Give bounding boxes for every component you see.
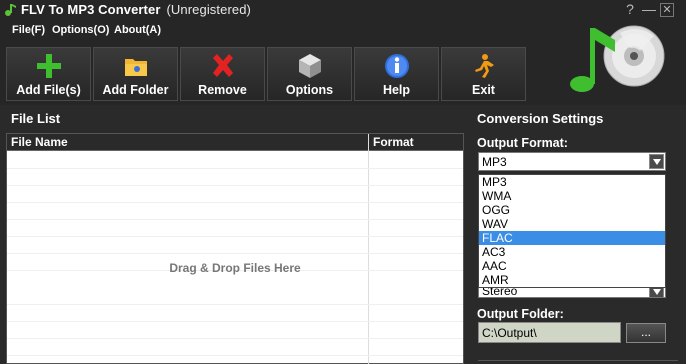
- folder-icon: [125, 59, 147, 76]
- output-folder-label: Output Folder:: [477, 307, 564, 321]
- output-folder-value: C:\Output\: [482, 326, 537, 340]
- format-option-aac[interactable]: AAC: [479, 259, 665, 273]
- file-list-panel: File List File Name Format Drag & Drop F…: [6, 106, 464, 364]
- app-logo-icon: [5, 4, 16, 16]
- add-folder-button[interactable]: Add Folder: [93, 47, 178, 101]
- exit-button[interactable]: Exit: [441, 47, 526, 101]
- title-bar: FLV To MP3 Converter (Unregistered) ? — ✕: [0, 0, 686, 20]
- file-list-table[interactable]: File Name Format Drag & Drop Files Here: [6, 133, 464, 364]
- output-format-label: Output Format:: [477, 136, 568, 150]
- row-divider: [7, 338, 463, 339]
- conversion-settings-panel: Conversion Settings Output Format: MP3 S…: [470, 106, 686, 364]
- row-divider: [7, 355, 463, 356]
- add-files-button[interactable]: Add File(s): [6, 47, 91, 101]
- app-logo-music-cd: [570, 25, 665, 92]
- row-divider: [7, 253, 463, 254]
- minimize-button[interactable]: —: [641, 1, 657, 17]
- format-option-wav[interactable]: WAV: [479, 217, 665, 231]
- add-folder-label: Add Folder: [102, 83, 169, 97]
- info-icon: [385, 54, 409, 78]
- remove-x-icon: [213, 54, 233, 77]
- options-button[interactable]: Options: [267, 47, 352, 101]
- help-label: Help: [382, 83, 411, 97]
- menu-about[interactable]: About(A): [114, 24, 161, 36]
- file-list-header: File Name Format: [7, 134, 463, 151]
- cube-icon: [299, 54, 321, 78]
- column-header-file-name[interactable]: File Name: [11, 135, 68, 149]
- row-divider: [7, 185, 463, 186]
- row-divider: [7, 304, 463, 305]
- browse-folder-button[interactable]: ...: [626, 323, 666, 343]
- plus-icon: [37, 54, 61, 78]
- options-label: Options: [285, 83, 334, 97]
- close-button[interactable]: ✕: [660, 3, 674, 17]
- add-files-label: Add File(s): [16, 83, 81, 97]
- format-option-amr[interactable]: AMR: [479, 273, 665, 287]
- row-divider: [7, 219, 463, 220]
- format-option-ac3[interactable]: AC3: [479, 245, 665, 259]
- output-format-select[interactable]: MP3: [478, 152, 666, 171]
- exit-label: Exit: [472, 83, 495, 97]
- output-format-value: MP3: [482, 155, 507, 169]
- chevron-down-icon[interactable]: [649, 154, 664, 169]
- exit-runner-icon: [475, 54, 494, 78]
- menu-file[interactable]: File(F): [12, 24, 45, 36]
- app-name: FLV To MP3 Converter: [21, 2, 161, 17]
- window-title: FLV To MP3 Converter (Unregistered): [21, 2, 251, 17]
- registration-status: (Unregistered): [166, 2, 251, 17]
- panel-divider: [478, 360, 678, 364]
- row-divider: [7, 202, 463, 203]
- format-option-ogg[interactable]: OGG: [479, 203, 665, 217]
- row-divider: [7, 168, 463, 169]
- column-header-format[interactable]: Format: [373, 135, 414, 149]
- conversion-settings-title: Conversion Settings: [477, 111, 604, 126]
- drop-hint: Drag & Drop Files Here: [169, 261, 301, 275]
- format-option-wma[interactable]: WMA: [479, 189, 665, 203]
- format-option-flac[interactable]: FLAC: [479, 231, 665, 245]
- help-window-button[interactable]: ?: [622, 1, 638, 17]
- output-format-dropdown-list: MP3 WMA OGG WAV FLAC AC3 AAC AMR: [478, 174, 666, 288]
- help-button[interactable]: Help: [354, 47, 439, 101]
- output-folder-field[interactable]: C:\Output\: [478, 322, 621, 343]
- row-divider: [7, 236, 463, 237]
- row-divider: [7, 321, 463, 322]
- format-option-mp3[interactable]: MP3: [479, 175, 665, 189]
- menu-options[interactable]: Options(O): [52, 24, 109, 36]
- file-list-title: File List: [11, 111, 61, 126]
- remove-button[interactable]: Remove: [180, 47, 265, 101]
- remove-label: Remove: [198, 83, 247, 97]
